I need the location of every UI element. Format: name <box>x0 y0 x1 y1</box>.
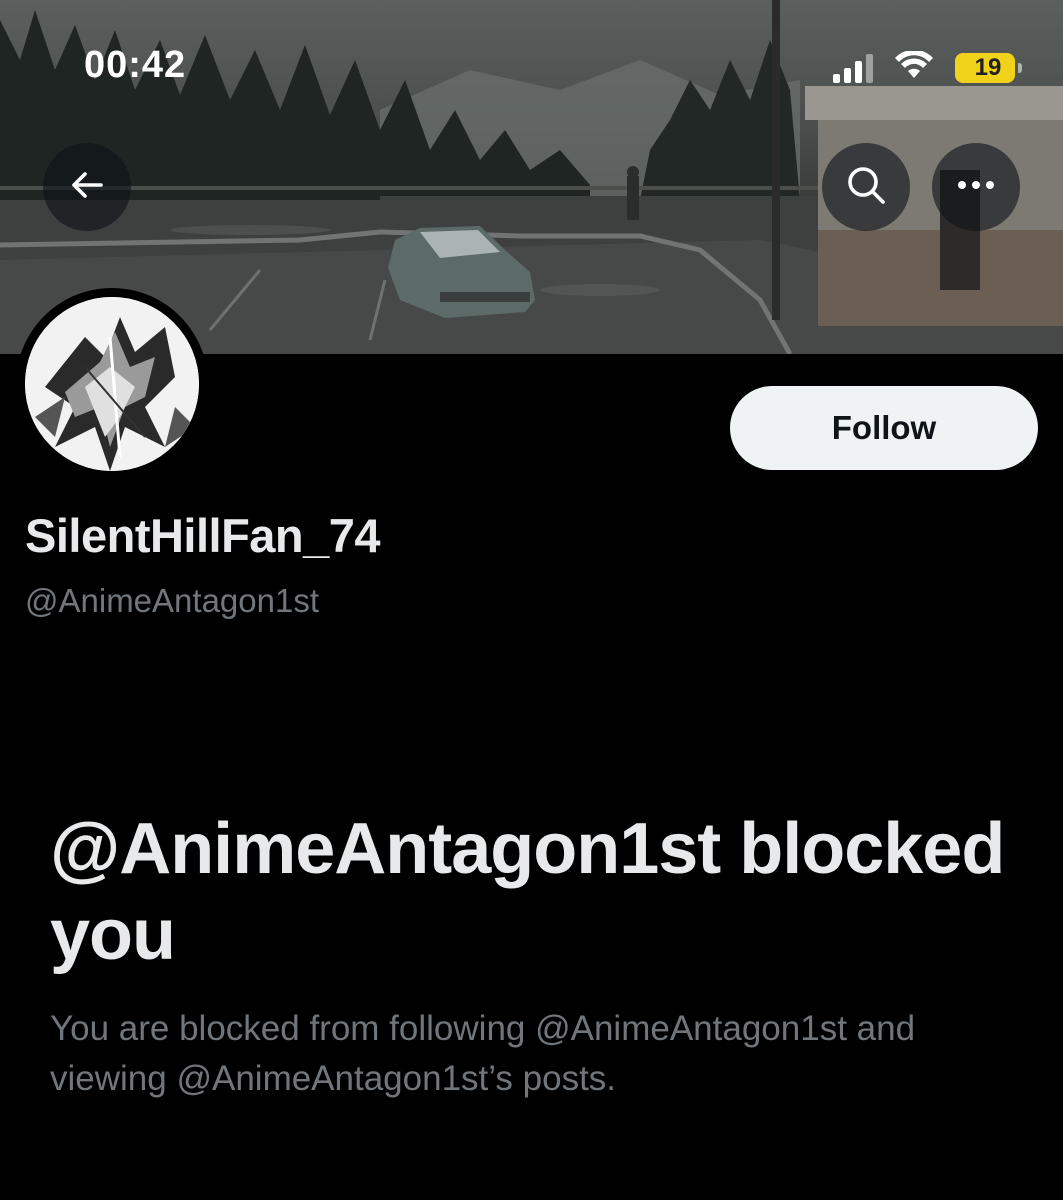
status-icons: 19 <box>833 49 1022 86</box>
back-button[interactable] <box>43 143 131 231</box>
search-icon <box>844 163 888 212</box>
display-name: SilentHillFan_74 <box>25 509 381 562</box>
battery-icon: 19 <box>955 53 1022 83</box>
battery-percentage: 19 <box>974 54 1002 81</box>
avatar-image <box>25 297 199 471</box>
more-options-button[interactable] <box>932 143 1020 231</box>
blocked-description: You are blocked from following @AnimeAnt… <box>50 1009 916 1098</box>
follow-button[interactable]: Follow <box>730 386 1038 470</box>
wifi-icon <box>895 49 933 86</box>
more-horizontal-icon <box>956 178 996 196</box>
user-handle: @AnimeAntagon1st <box>25 582 320 619</box>
avatar[interactable] <box>16 288 208 480</box>
signal-icon <box>833 53 873 83</box>
blocked-title: @AnimeAntagon1st blocked you <box>50 809 1005 975</box>
arrow-left-icon <box>67 165 107 210</box>
search-button[interactable] <box>822 143 910 231</box>
status-time: 00:42 <box>84 44 187 86</box>
